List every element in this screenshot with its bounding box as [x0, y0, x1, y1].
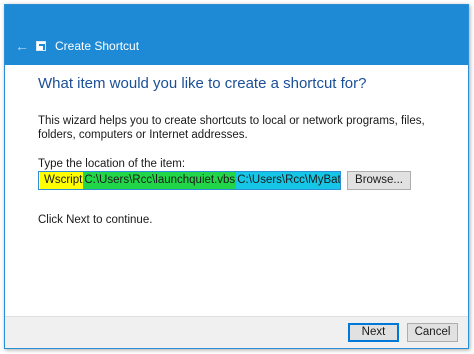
browse-button[interactable]: Browse... — [347, 171, 411, 190]
location-segment-batch: C:\Users\Rcc\MyBatchFile.bat — [236, 172, 340, 189]
wizard-content: What item would you like to create a sho… — [5, 65, 468, 316]
location-segment-command: Wscript — [40, 172, 84, 189]
wizard-description: This wizard helps you to create shortcut… — [38, 115, 425, 141]
window-title: Create Shortcut — [55, 39, 140, 53]
create-shortcut-window: ← Create Shortcut What item would you li… — [4, 4, 469, 349]
next-button[interactable]: Next — [348, 323, 399, 342]
title-bar: ← Create Shortcut — [5, 5, 468, 65]
continue-hint: Click Next to continue. — [38, 214, 153, 226]
location-label: Type the location of the item: — [38, 158, 186, 170]
cancel-button[interactable]: Cancel — [407, 323, 458, 342]
wizard-footer: Next Cancel — [5, 316, 468, 348]
back-arrow-icon[interactable]: ← — [15, 39, 29, 53]
page-title: What item would you like to create a sho… — [38, 75, 367, 92]
location-segment-script: C:\Users\Rcc\launchquiet.vbs — [83, 172, 237, 189]
shortcut-icon — [36, 41, 46, 51]
location-input[interactable]: Wscript C:\Users\Rcc\launchquiet.vbs C:\Us… — [38, 171, 341, 190]
